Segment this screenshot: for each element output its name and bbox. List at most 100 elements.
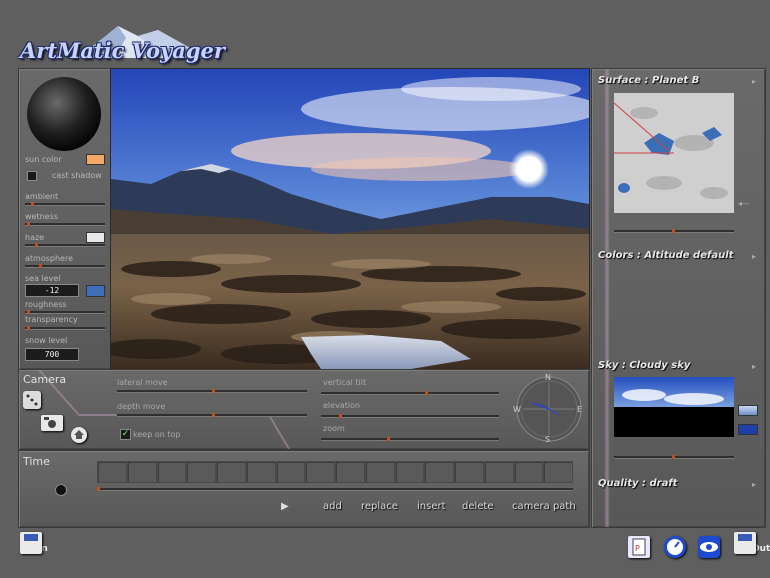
elevation-slider[interactable] — [321, 414, 499, 418]
keyframe-slot[interactable] — [335, 461, 365, 483]
delete-button[interactable]: delete — [462, 501, 494, 512]
atmosphere-slider[interactable] — [25, 264, 105, 268]
gauge-icon[interactable] — [664, 536, 686, 558]
depth-move-slider[interactable] — [117, 413, 307, 417]
play-icon[interactable]: ▶ — [281, 501, 289, 512]
keyframe-strip[interactable] — [97, 461, 573, 483]
sky-title[interactable]: Sky : Cloudy sky — [598, 360, 690, 371]
add-button[interactable]: add — [323, 501, 342, 512]
vertical-tilt-label: vertical tilt — [323, 378, 367, 387]
replace-button[interactable]: replace — [361, 501, 398, 512]
keyframe-slot[interactable] — [543, 461, 573, 483]
roughness-slider[interactable] — [25, 310, 105, 314]
sky-bottom-color-swatch[interactable] — [738, 424, 758, 435]
compass-n-label: N — [545, 373, 551, 382]
sky-menu-icon[interactable]: ▸ — [752, 362, 756, 371]
surface-slider[interactable] — [614, 229, 734, 233]
keep-on-top-label: keep on top — [133, 430, 181, 439]
floppy-in-icon — [20, 532, 42, 554]
snow-level-field[interactable]: 700 — [25, 348, 79, 361]
camera-panel: Camera lateral move depth move ✓ keep on… — [18, 369, 590, 450]
keyframe-slot[interactable] — [513, 461, 544, 483]
save-out-button[interactable]: Out — [734, 532, 770, 554]
depth-move-label: depth move — [117, 402, 166, 411]
cast-shadow-checkbox[interactable] — [27, 171, 37, 181]
time-title: Time — [23, 455, 50, 468]
insert-button[interactable]: insert — [417, 501, 446, 512]
atmosphere-label: atmosphere — [25, 254, 73, 263]
keyframe-slot[interactable] — [126, 461, 157, 483]
landscape-render — [111, 69, 589, 369]
keyframe-slot[interactable] — [216, 461, 246, 483]
haze-label: haze — [25, 233, 45, 242]
compass[interactable]: N S E W — [513, 373, 585, 445]
lateral-move-slider[interactable] — [117, 389, 307, 393]
sea-level-field[interactable]: -12 — [25, 284, 79, 297]
time-dial-icon[interactable] — [55, 484, 67, 496]
sea-color-swatch[interactable] — [86, 285, 105, 297]
keyframe-slot[interactable] — [424, 461, 454, 483]
compass-w-label: W — [513, 405, 521, 414]
transparency-slider[interactable] — [25, 326, 105, 330]
timeline-slider[interactable] — [97, 487, 573, 491]
zoom-label: zoom — [323, 424, 345, 433]
app-logo: ArtMatic Voyager — [8, 8, 228, 68]
keyframe-slot[interactable] — [483, 461, 514, 483]
surface-title[interactable]: Surface : Planet B — [598, 75, 699, 86]
quality-menu-icon[interactable]: ▸ — [752, 480, 756, 489]
transparency-label: transparency — [25, 315, 78, 324]
keyframe-slot[interactable] — [245, 461, 276, 483]
keep-on-top-checkbox[interactable]: ✓ — [120, 429, 131, 440]
ambient-label: ambient — [25, 192, 59, 201]
eye-icon[interactable] — [698, 536, 720, 558]
keyframe-slot[interactable] — [364, 461, 395, 483]
time-panel: Time ▶ add replace insert delete camera … — [18, 450, 590, 528]
scene-settings-panel: Surface : Planet B ▸ ◂— Colors : Altitud… — [591, 68, 766, 528]
keyframe-slot[interactable] — [275, 461, 306, 483]
sky-preview[interactable] — [614, 377, 734, 437]
dice-icon[interactable] — [23, 391, 41, 409]
decorative-line — [604, 69, 610, 527]
app-title: ArtMatic Voyager — [20, 38, 225, 63]
elevation-label: elevation — [323, 401, 361, 410]
svg-text:P: P — [635, 544, 640, 553]
haze-color-swatch[interactable] — [86, 232, 105, 243]
quality-title[interactable]: Quality : draft — [598, 478, 677, 489]
keyframe-slot[interactable] — [394, 461, 425, 483]
surface-menu-icon[interactable]: ▸ — [752, 77, 756, 86]
sun-preview-sphere[interactable] — [27, 77, 101, 151]
keyframe-slot[interactable] — [156, 461, 187, 483]
wetness-label: wetness — [25, 212, 58, 221]
keyframe-slot[interactable] — [186, 461, 216, 483]
cast-shadow-label: cast shadow — [52, 171, 102, 180]
haze-slider[interactable] — [25, 243, 105, 247]
ambient-slider[interactable] — [25, 202, 105, 206]
surface-expand-icon[interactable]: ◂— — [738, 199, 750, 208]
sky-top-color-swatch[interactable] — [738, 405, 758, 416]
colors-menu-icon[interactable]: ▸ — [752, 252, 756, 261]
keyframe-slot[interactable] — [305, 461, 335, 483]
sky-slider[interactable] — [614, 455, 734, 459]
wetness-slider[interactable] — [25, 222, 105, 226]
surface-preview[interactable] — [614, 93, 734, 213]
camera-path-button[interactable]: camera path — [512, 501, 576, 512]
camera-snapshot-icon[interactable] — [41, 415, 63, 431]
snow-level-label: snow level — [25, 336, 68, 345]
compass-e-label: E — [577, 405, 583, 414]
colors-title[interactable]: Colors : Altitude default — [598, 250, 733, 261]
render-viewport[interactable] — [110, 68, 590, 370]
floppy-out-icon — [734, 532, 756, 554]
load-in-button[interactable]: In — [20, 532, 48, 554]
keyframe-slot[interactable] — [454, 461, 484, 483]
sea-level-label: sea level — [25, 274, 61, 283]
keyframe-slot[interactable] — [97, 461, 127, 483]
home-icon[interactable] — [71, 427, 87, 443]
sun-color-label: sun color — [25, 155, 62, 164]
camera-title: Camera — [23, 373, 67, 386]
vertical-tilt-slider[interactable] — [321, 391, 499, 395]
lateral-move-label: lateral move — [117, 378, 168, 387]
zoom-slider[interactable] — [321, 437, 499, 441]
sun-color-swatch[interactable] — [86, 154, 105, 165]
document-icon[interactable]: P — [628, 536, 650, 558]
roughness-label: roughness — [25, 300, 67, 309]
